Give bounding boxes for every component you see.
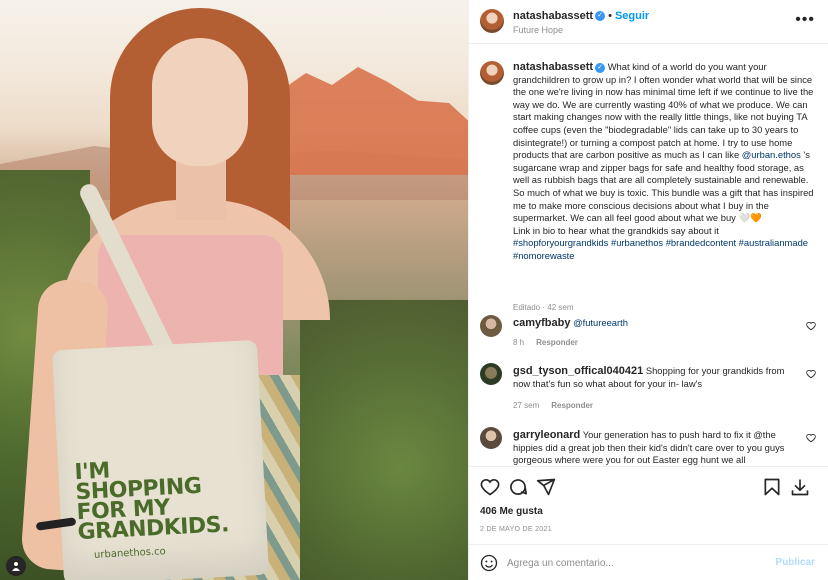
comment-username[interactable]: garryleonard [513, 429, 580, 441]
reply-button[interactable]: Responder [536, 338, 578, 347]
like-comment-icon[interactable] [806, 321, 816, 331]
emoji-icon[interactable] [480, 554, 498, 572]
comment-body[interactable]: @futureearth [573, 317, 628, 328]
comment-meta: 27 sem Responder [513, 401, 605, 410]
comment-username[interactable]: camyfbaby [513, 317, 570, 329]
share-icon[interactable] [536, 477, 556, 497]
reply-button[interactable]: Responder [551, 401, 593, 410]
post-date: 2 DE MAYO DE 2021 [480, 526, 552, 533]
caption-body-1: What kind of a world do you want your gr… [513, 61, 814, 161]
avatar[interactable] [480, 61, 504, 85]
verified-icon: ✓ [595, 62, 606, 73]
hashtags[interactable]: #shopforyourgrandkids #urbanethos #brand… [513, 237, 808, 261]
add-comment-bar: Publicar [469, 544, 828, 580]
avatar[interactable] [480, 315, 502, 337]
username-link[interactable]: natashabassett [513, 10, 593, 22]
comment-text: camyfbaby @futureearth [513, 317, 803, 330]
publish-button[interactable]: Publicar [776, 557, 815, 568]
comment-username[interactable]: gsd_tyson_offical040421 [513, 365, 643, 377]
follow-button[interactable]: Seguir [615, 10, 649, 22]
comment-text: gsd_tyson_offical040421 Shopping for you… [513, 365, 803, 390]
post-sidebar: natashabassett ✓ • Seguir Future Hope ••• n… [468, 0, 828, 580]
foliage-right [300, 300, 468, 580]
post-actions [469, 466, 828, 504]
woman-face [152, 38, 248, 166]
comments-scroll-area[interactable]: natashabassett ✓ What kind of a world do … [469, 45, 828, 465]
avatar[interactable] [480, 9, 504, 33]
more-options-icon[interactable]: ••• [795, 12, 815, 28]
avatar[interactable] [480, 363, 502, 385]
heart-icon[interactable] [480, 477, 500, 497]
comment-time: 8 h [513, 338, 525, 347]
bookmark-icon[interactable] [762, 477, 782, 497]
separator-dot: • [608, 10, 612, 22]
likes-count[interactable]: 406 Me gusta [480, 506, 543, 517]
comment-meta: 8 h Responder [513, 338, 590, 347]
comment-input[interactable] [507, 553, 757, 573]
tote-bag-slogan: I'M SHOPPING FOR MY GRANDKIDS. [74, 453, 278, 545]
verified-icon: ✓ [595, 11, 606, 22]
caption-body-3: Link in bio to hear what the grandkids s… [513, 224, 719, 236]
comment-time: 27 sem [513, 401, 540, 410]
caption-body-2: 's sugarcane wrap and zipper bags for sa… [513, 149, 814, 224]
header-username-row: natashabassett ✓ • Seguir [513, 10, 649, 22]
caption-text: natashabassett ✓ What kind of a world do … [513, 61, 821, 263]
user-tag-icon[interactable] [6, 556, 26, 576]
like-comment-icon[interactable] [806, 433, 816, 443]
post-photo[interactable]: I'M SHOPPING FOR MY GRANDKIDS. urbanetho… [0, 0, 468, 580]
mention-link[interactable]: @urban.ethos [742, 149, 801, 160]
like-comment-icon[interactable] [806, 369, 816, 379]
heart-emoji: 🤍🧡 [738, 212, 762, 224]
download-icon[interactable] [790, 477, 810, 497]
post-header: natashabassett ✓ • Seguir Future Hope ••• [469, 0, 828, 44]
caption-username[interactable]: natashabassett [513, 61, 593, 73]
location-link[interactable]: Future Hope [513, 25, 563, 35]
avatar[interactable] [480, 427, 502, 449]
caption-meta: Editado · 42 sem [513, 303, 574, 312]
comment-icon[interactable] [508, 477, 528, 497]
comment-text: garryleonard Your generation has to push… [513, 429, 803, 465]
